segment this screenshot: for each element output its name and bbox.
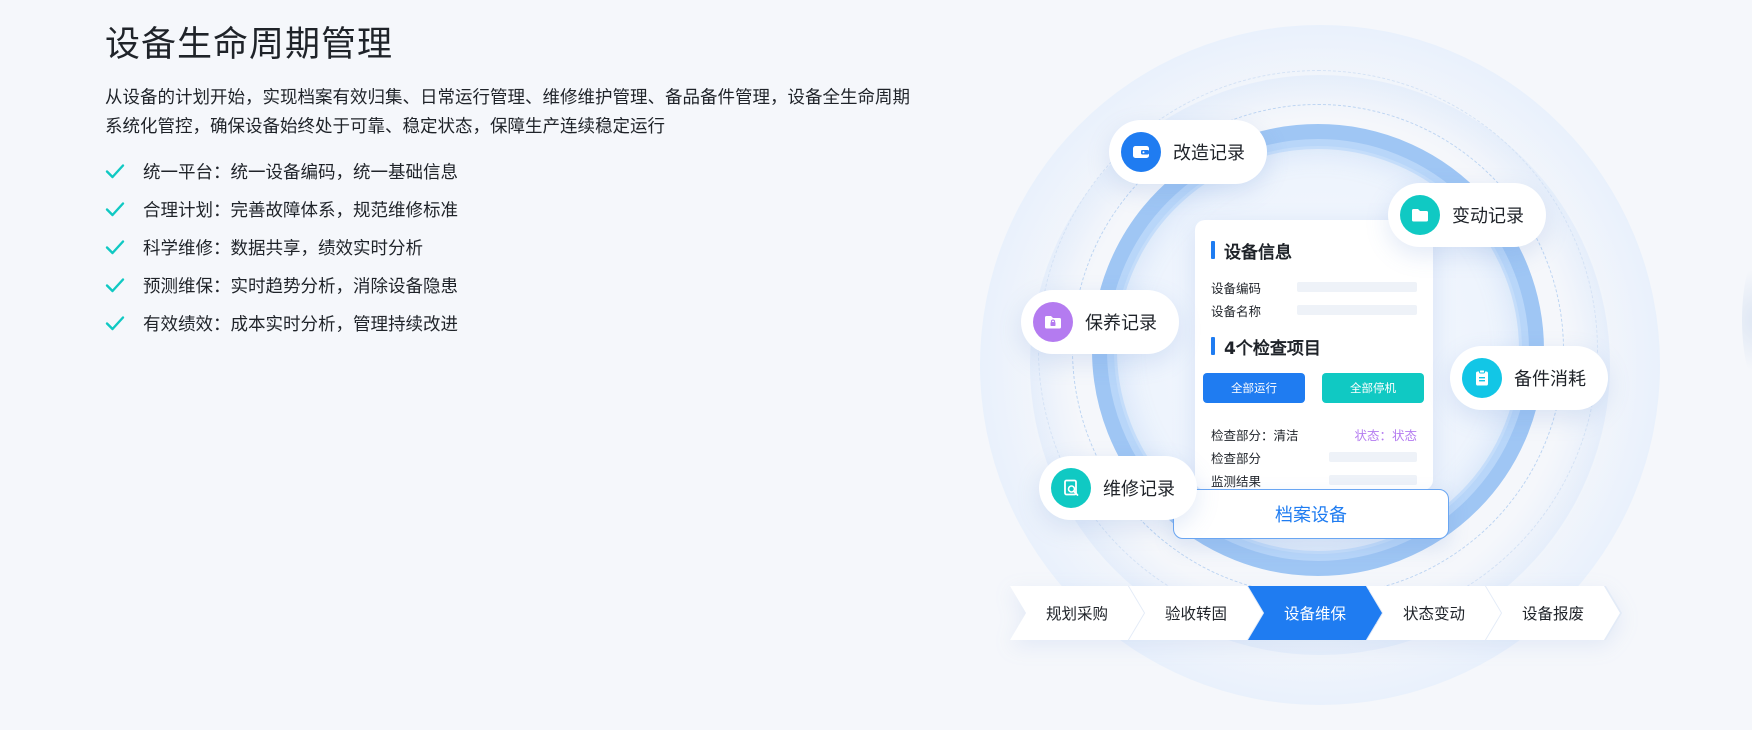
folder-icon: [1400, 195, 1440, 235]
placeholder-bar: [1329, 452, 1417, 462]
card-section-title: 设备信息: [1211, 238, 1292, 263]
feature-text: 科学维修：数据共享，绩效实时分析: [143, 238, 423, 259]
feature-text: 合理计划：完善故障体系，规范维修标准: [143, 200, 458, 221]
step-acceptance[interactable]: 验收转固: [1129, 586, 1263, 640]
step-status-change[interactable]: 状态变动: [1367, 586, 1501, 640]
card-row-check-part: 检查部分: [1211, 446, 1417, 468]
feature-item: 科学维修：数据共享，绩效实时分析: [105, 228, 458, 266]
card-field-label: 检查部分: [1211, 450, 1262, 466]
step-label: 验收转固: [1164, 605, 1227, 623]
record-pill-label: 变动记录: [1452, 206, 1524, 227]
placeholder-bar: [1297, 305, 1417, 315]
page-title: 设备生命周期管理: [105, 25, 394, 65]
run-all-button[interactable]: 全部运行: [1203, 373, 1305, 403]
card-field-label: 检查部分：清洁: [1211, 427, 1299, 443]
step-planning-purchase[interactable]: 规划采购: [1010, 586, 1144, 640]
record-pill-label: 备件消耗: [1514, 369, 1586, 390]
feature-item: 有效绩效：成本实时分析，管理持续改进: [105, 304, 458, 342]
record-pill-spare-parts[interactable]: 备件消耗: [1450, 346, 1608, 410]
card-field-label: 设备编码: [1211, 280, 1262, 296]
card-section-title: 4个检查项目: [1211, 334, 1321, 359]
card-row-name: 设备名称: [1211, 299, 1417, 321]
check-icon: [105, 275, 125, 295]
lifecycle-illustration: 设备信息 设备编码 设备名称 4个检查项目 全部运行 全部停机 检查部分：清洁 …: [970, 0, 1752, 730]
record-pill-change[interactable]: 变动记录: [1388, 183, 1546, 247]
card-row-check-clean: 检查部分：清洁 状态：状态: [1211, 423, 1417, 445]
record-pill-repair[interactable]: 维修记录: [1039, 456, 1197, 520]
feature-item: 合理计划：完善故障体系，规范维修标准: [105, 190, 458, 228]
step-maintenance[interactable]: 设备维保: [1248, 586, 1382, 640]
page-description: 从设备的计划开始，实现档案有效归集、日常运行管理、维修维护管理、备品备件管理，设…: [105, 88, 910, 137]
archive-equipment-button[interactable]: 档案设备: [1173, 489, 1449, 539]
feature-text: 统一平台：统一设备编码，统一基础信息: [143, 162, 458, 183]
feature-list: 统一平台：统一设备编码，统一基础信息 合理计划：完善故障体系，规范维修标准 科学…: [105, 152, 458, 342]
card-field-label: 监测结果: [1211, 473, 1262, 489]
step-label: 状态变动: [1402, 605, 1465, 623]
check-icon: [105, 313, 125, 333]
record-pill-renovation[interactable]: 改造记录: [1109, 120, 1267, 184]
record-pill-label: 改造记录: [1173, 143, 1245, 164]
card-row-monitor: 监测结果: [1211, 469, 1417, 490]
equipment-info-card: 设备信息 设备编码 设备名称 4个检查项目 全部运行 全部停机 检查部分：清洁 …: [1195, 220, 1433, 490]
document-search-icon: [1051, 468, 1091, 508]
step-label: 设备维保: [1283, 605, 1346, 623]
feature-item: 统一平台：统一设备编码，统一基础信息: [105, 152, 458, 190]
step-label: 设备报废: [1521, 605, 1584, 623]
status-text: 状态：状态: [1354, 427, 1417, 443]
feature-item: 预测维保：实时趋势分析，消除设备隐患: [105, 266, 458, 304]
check-icon: [105, 237, 125, 257]
lifecycle-steps: 规划采购 验收转固 设备维保 状态变动 设备报废: [1010, 586, 1622, 640]
stop-all-button[interactable]: 全部停机: [1322, 373, 1424, 403]
feature-text: 预测维保：实时趋势分析，消除设备隐患: [143, 276, 458, 297]
placeholder-bar: [1297, 282, 1417, 292]
feature-text: 有效绩效：成本实时分析，管理持续改进: [143, 314, 458, 335]
record-pill-maintenance[interactable]: 保养记录: [1021, 290, 1179, 354]
page: 设备生命周期管理 从设备的计划开始，实现档案有效归集、日常运行管理、维修维护管理…: [0, 0, 1752, 730]
record-pill-label: 维修记录: [1103, 479, 1175, 500]
wallet-icon: [1121, 132, 1161, 172]
step-scrap[interactable]: 设备报废: [1486, 586, 1620, 640]
check-icon: [105, 199, 125, 219]
step-label: 规划采购: [1045, 605, 1108, 623]
card-field-label: 设备名称: [1211, 303, 1262, 319]
check-icon: [105, 161, 125, 181]
folder-lock-icon: [1033, 302, 1073, 342]
placeholder-bar: [1329, 475, 1417, 485]
card-row-code: 设备编码: [1211, 276, 1417, 298]
clipboard-icon: [1462, 358, 1502, 398]
record-pill-label: 保养记录: [1085, 313, 1157, 334]
